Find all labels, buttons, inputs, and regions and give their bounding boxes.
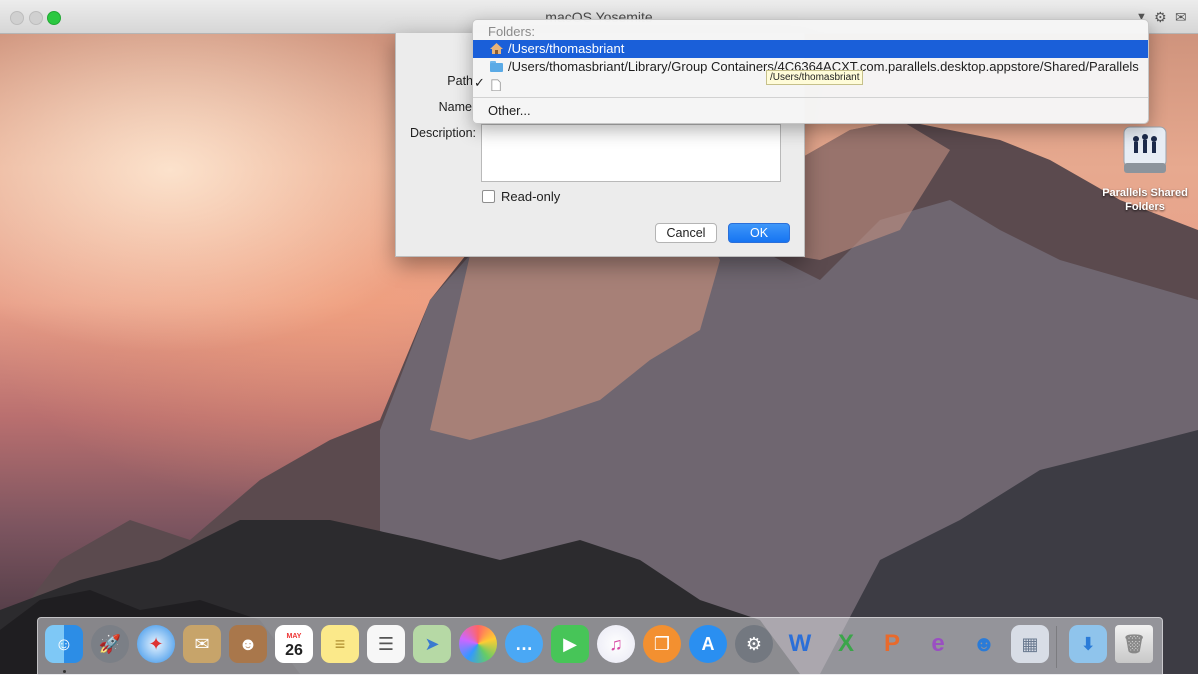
ibooks-icon[interactable]: ❐ [643,625,681,663]
home-folder-icon [490,43,503,54]
finder-icon[interactable]: ☺ [45,625,83,663]
envelope-icon[interactable]: ✉ [1175,9,1187,26]
calendar-day: 26 [285,642,303,659]
cancel-button[interactable]: Cancel [655,223,717,243]
network-drive-icon [1123,126,1167,173]
folder-icon [490,61,503,72]
menu-item-label: /Users/thomasbriant [508,41,625,56]
messages-icon[interactable]: … [505,625,543,663]
description-label: Description: [410,126,476,140]
readonly-checkbox-row[interactable]: Read-only [482,189,560,204]
trash-icon[interactable]: 🗑 [1115,625,1153,663]
downloads-icon[interactable]: ⬇ [1069,625,1107,663]
dock: ☺ 🚀 ✦ ✉ ☻ MAY 26 ≡ ☰ ➤ … ▶ ♫ ❐ A ⚙ W X P… [37,617,1163,675]
word-icon[interactable]: W [781,625,819,663]
launchpad-icon[interactable]: 🚀 [91,625,129,663]
parallels-shared-folders-icon[interactable]: Parallels Shared Folders [1095,125,1195,214]
powerpoint-icon[interactable]: P [873,625,911,663]
menu-separator [473,97,1148,98]
description-textarea[interactable] [481,124,781,182]
path-tooltip: /Users/thomasbriant [766,70,864,85]
notes-icon[interactable]: ≡ [321,625,359,663]
calendar-icon[interactable]: MAY 26 [275,625,313,663]
system-preferences-icon[interactable]: ⚙ [735,625,773,663]
menu-header: Folders: [488,24,535,39]
ok-button[interactable]: OK [728,223,790,243]
photos-icon[interactable] [459,625,497,663]
mail-icon[interactable]: ✉ [183,625,221,663]
dock-divider [1056,626,1057,668]
menu-item-label: Other... [488,103,531,118]
menu-item-other[interactable]: Other... [473,102,1148,120]
safari-icon[interactable]: ✦ [137,625,175,663]
checkmark-icon: ✓ [474,75,485,90]
readonly-label: Read-only [501,189,561,204]
itunes-icon[interactable]: ♫ [597,625,635,663]
readonly-checkbox[interactable] [482,190,495,203]
reminders-icon[interactable]: ☰ [367,625,405,663]
menu-item-home-folder[interactable]: /Users/thomasbriant [473,40,1148,58]
name-label: Name [438,100,472,114]
running-indicator [63,670,66,673]
lync-icon[interactable]: ☻ [965,625,1003,663]
outlook-icon[interactable]: e [919,625,957,663]
document-app-icon[interactable]: ▦ [1011,625,1049,663]
facetime-icon[interactable]: ▶ [551,625,589,663]
excel-icon[interactable]: X [827,625,865,663]
contacts-icon[interactable]: ☻ [229,625,267,663]
path-label: Path [447,74,473,88]
maps-icon[interactable]: ➤ [413,625,451,663]
app-store-icon[interactable]: A [689,625,727,663]
desktop-icon-label-line2: Folders [1125,201,1165,213]
desktop-icon-label-line1: Parallels Shared [1102,187,1188,199]
document-icon [491,79,501,91]
gear-icon[interactable]: ⚙ [1154,9,1167,26]
